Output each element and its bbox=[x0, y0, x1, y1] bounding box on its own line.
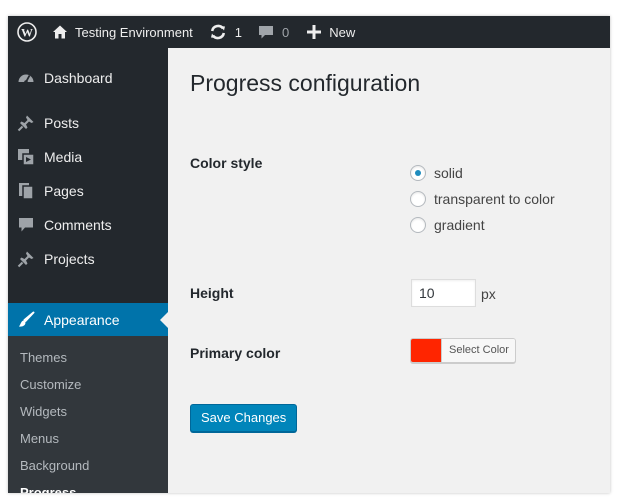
wordpress-logo-icon: W bbox=[17, 22, 37, 42]
sidebar-item-label: Comments bbox=[44, 217, 112, 233]
submenu-item-background[interactable]: Background bbox=[20, 456, 89, 476]
plus-icon bbox=[307, 25, 322, 39]
site-name-link[interactable]: Testing Environment bbox=[52, 16, 193, 48]
primary-color-label: Primary color bbox=[190, 345, 281, 361]
page-title: Progress configuration bbox=[190, 70, 421, 96]
height-label: Height bbox=[190, 285, 234, 301]
color-picker[interactable]: Select Color bbox=[410, 338, 516, 363]
sidebar-item-label: Appearance bbox=[44, 312, 120, 328]
sidebar-item-label: Dashboard bbox=[44, 70, 113, 86]
pages-icon bbox=[8, 182, 44, 200]
radio-label: transparent to color bbox=[434, 191, 555, 207]
new-content-link[interactable]: New bbox=[307, 16, 355, 48]
sidebar-item-pages[interactable]: Pages bbox=[8, 174, 168, 208]
sidebar-item-dashboard[interactable]: Dashboard bbox=[8, 61, 168, 95]
wordpress-logo-button[interactable]: W bbox=[10, 16, 44, 48]
pin-icon bbox=[8, 250, 44, 268]
sidebar-item-posts[interactable]: Posts bbox=[8, 106, 168, 140]
sidebar-item-label: Projects bbox=[44, 251, 95, 267]
submenu-item-themes[interactable]: Themes bbox=[20, 348, 67, 368]
updates-link[interactable]: 1 bbox=[209, 16, 242, 48]
browser-frame: W Testing Environment 1 0 New Dashboard … bbox=[8, 16, 610, 493]
appearance-submenu: Themes Customize Widgets Menus Backgroun… bbox=[8, 336, 168, 493]
radio-button[interactable] bbox=[410, 191, 426, 207]
radio-option-solid[interactable]: solid bbox=[410, 165, 463, 181]
save-changes-button[interactable]: Save Changes bbox=[190, 404, 298, 432]
comment-icon bbox=[8, 216, 44, 234]
submenu-item-customize[interactable]: Customize bbox=[20, 375, 81, 395]
admin-bar: W Testing Environment 1 0 New bbox=[8, 16, 610, 48]
submenu-item-progress[interactable]: Progress bbox=[20, 483, 76, 493]
main-content: Progress configuration Color style solid… bbox=[168, 48, 610, 493]
sidebar-item-comments[interactable]: Comments bbox=[8, 208, 168, 242]
new-label: New bbox=[329, 24, 356, 40]
svg-text:W: W bbox=[21, 26, 33, 40]
color-swatch[interactable] bbox=[411, 339, 441, 362]
comment-icon bbox=[258, 24, 274, 40]
radio-button[interactable] bbox=[410, 165, 426, 181]
site-name-label: Testing Environment bbox=[75, 24, 193, 40]
sidebar-item-media[interactable]: Media bbox=[8, 140, 168, 174]
radio-label: gradient bbox=[434, 217, 485, 233]
sidebar-item-label: Posts bbox=[44, 115, 80, 131]
height-unit: px bbox=[481, 286, 496, 302]
sidebar-item-projects[interactable]: Projects bbox=[8, 242, 168, 276]
color-style-label: Color style bbox=[190, 155, 263, 171]
updates-icon bbox=[209, 23, 227, 41]
sidebar-item-label: Pages bbox=[44, 183, 84, 199]
brush-icon bbox=[8, 311, 44, 329]
dashboard-icon bbox=[8, 69, 44, 87]
radio-option-transparent-to-color[interactable]: transparent to color bbox=[410, 191, 555, 207]
sidebar-item-appearance[interactable]: Appearance bbox=[8, 303, 168, 337]
media-icon bbox=[8, 148, 44, 166]
home-icon bbox=[52, 24, 68, 40]
pin-icon bbox=[8, 114, 44, 132]
updates-count: 1 bbox=[234, 24, 243, 40]
sidebar-item-label: Media bbox=[44, 149, 83, 165]
height-input[interactable] bbox=[411, 279, 476, 307]
submenu-item-widgets[interactable]: Widgets bbox=[20, 402, 67, 422]
radio-label: solid bbox=[434, 165, 463, 181]
admin-sidebar: Dashboard Posts Media Pages Comments Pro… bbox=[8, 48, 168, 493]
radio-option-gradient[interactable]: gradient bbox=[410, 217, 485, 233]
radio-button[interactable] bbox=[410, 217, 426, 233]
select-color-button[interactable]: Select Color bbox=[441, 339, 515, 362]
comments-count: 0 bbox=[282, 24, 290, 40]
submenu-item-menus[interactable]: Menus bbox=[20, 429, 59, 449]
comments-link[interactable]: 0 bbox=[258, 16, 289, 48]
